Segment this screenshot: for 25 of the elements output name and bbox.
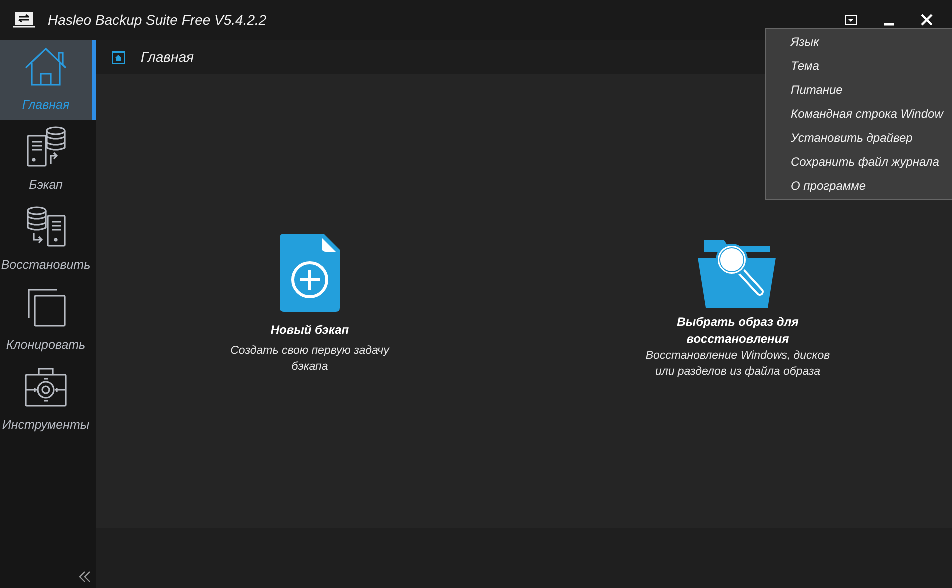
app-logo-icon <box>12 11 36 29</box>
collapse-icon[interactable] <box>78 570 92 584</box>
menu-item[interactable]: Язык <box>766 30 952 54</box>
menu-item[interactable]: Тема <box>766 54 952 78</box>
action-title[interactable]: Новый бэкап <box>220 322 400 339</box>
toolbox-gear-icon <box>24 366 68 408</box>
home-icon <box>112 50 125 64</box>
menu-item[interactable]: О программе <box>766 174 952 198</box>
new-file-icon[interactable] <box>278 234 342 314</box>
minimize-icon <box>883 22 895 26</box>
menu-item[interactable]: Командная строка Window <box>766 102 952 126</box>
dropdown-icon <box>845 15 857 25</box>
folder-search-icon[interactable] <box>698 240 778 308</box>
database-server-icon <box>25 206 67 248</box>
server-database-icon <box>25 126 67 168</box>
action-description: Восстановление Windows, дисков или разделов из файла образа <box>644 349 832 380</box>
menu-item[interactable]: Установить драйвер <box>766 126 952 150</box>
close-icon <box>921 14 933 26</box>
home-icon <box>24 46 68 88</box>
window-title: Hasleo Backup Suite Free V5.4.2.2 <box>48 10 267 30</box>
action-title[interactable]: Выбрать образ для восстановления <box>648 314 828 348</box>
breadcrumb: Главная <box>141 48 194 66</box>
menu-item[interactable]: Питание <box>766 78 952 102</box>
action-description: Создать свою первую задачу бэкапа <box>230 344 391 375</box>
menu-item[interactable]: Сохранить файл журнала <box>766 150 952 174</box>
